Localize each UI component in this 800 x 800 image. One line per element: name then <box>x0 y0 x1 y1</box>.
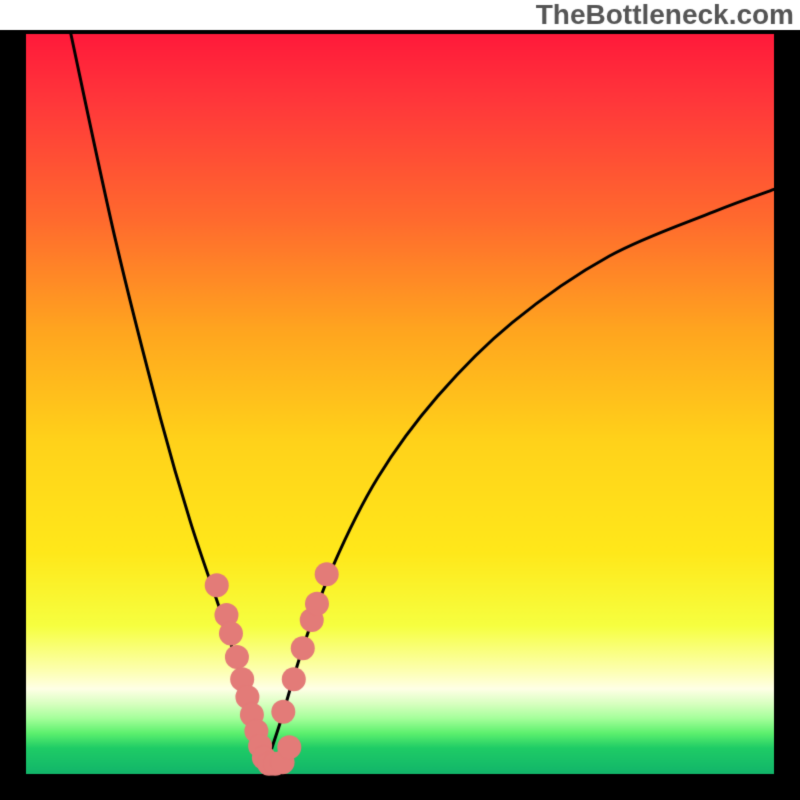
bottleneck-chart <box>0 0 800 800</box>
